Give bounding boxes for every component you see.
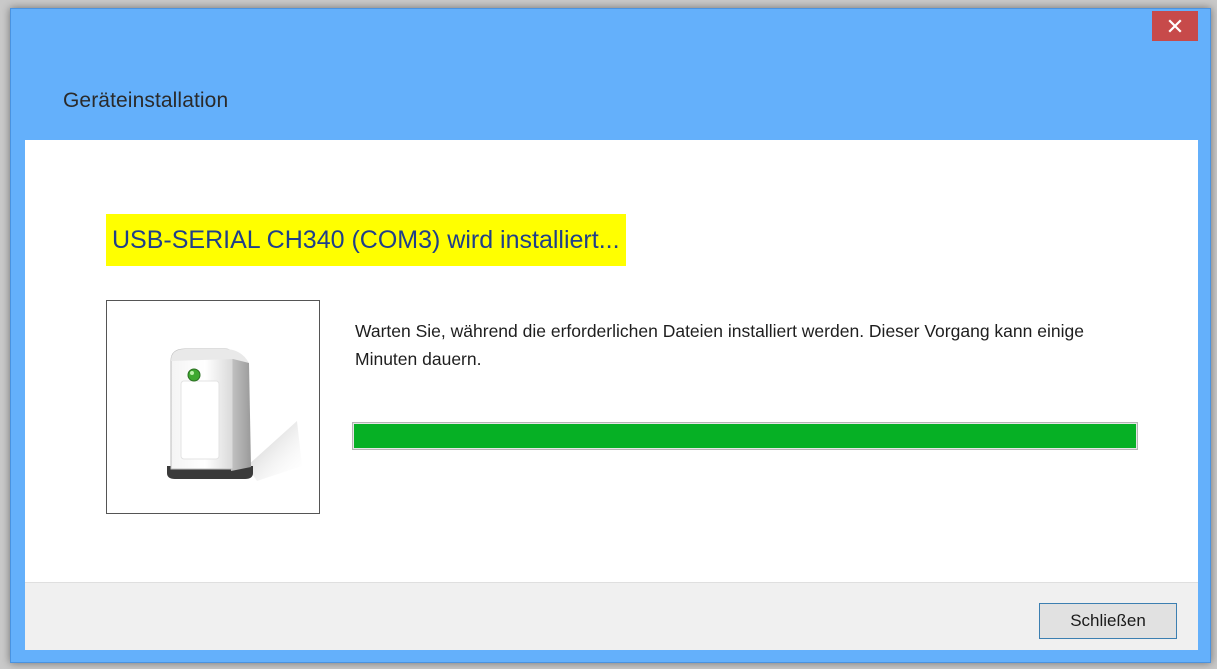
device-installation-window: Geräteinstallation USB-SERIAL CH340 (COM… [10, 8, 1211, 663]
dialog-content: USB-SERIAL CH340 (COM3) wird installiert… [25, 140, 1198, 582]
installation-progress-bar [352, 422, 1138, 450]
installation-heading: USB-SERIAL CH340 (COM3) wird installiert… [106, 214, 626, 266]
dialog-footer: Schließen [25, 582, 1198, 650]
progress-fill [354, 424, 1136, 448]
usb-device-icon [167, 348, 302, 481]
window-title: Geräteinstallation [63, 89, 229, 112]
close-button[interactable]: Schließen [1039, 603, 1177, 639]
installation-message: Warten Sie, während die erforderlichen D… [355, 321, 1084, 369]
close-icon [1168, 19, 1182, 33]
window-close-button[interactable] [1152, 11, 1198, 41]
device-image-frame [106, 300, 320, 514]
